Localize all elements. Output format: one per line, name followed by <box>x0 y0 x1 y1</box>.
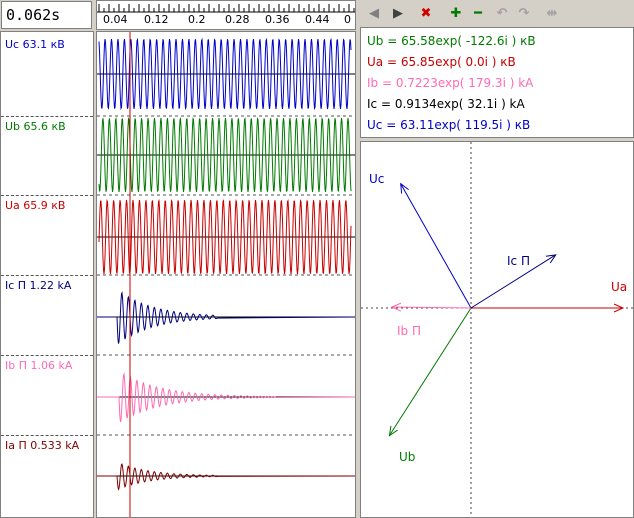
ruler-tick-label: 0.2 <box>188 13 206 26</box>
toolbar: ◀ ▶ ✖ ✚ ━ ↶ ↷ ⇹ <box>360 0 634 27</box>
vector-uc-head <box>400 182 409 194</box>
vector-label-ua: Ua <box>611 280 628 294</box>
channel-label-ia[interactable]: Ia П 0.533 kA <box>5 439 79 452</box>
phasor-list: Ub = 65.58exp( -122.6i ) кВ Ua = 65.85ex… <box>360 27 634 138</box>
channel-label-ib[interactable]: Ib П 1.06 kA <box>5 359 72 372</box>
swap-icon: ⇹ <box>546 6 558 21</box>
redo-button[interactable]: ↷ <box>514 4 534 23</box>
delete-icon: ✖ <box>420 6 432 21</box>
ruler-tick-label: 0.12 <box>144 13 169 26</box>
channel-label-ic[interactable]: Ic П 1.22 kA <box>5 279 71 292</box>
channel-label-ua[interactable]: Ua 65.9 кВ <box>5 199 65 212</box>
left-arrow-icon: ◀ <box>369 6 379 21</box>
waveform-plot[interactable] <box>96 31 356 518</box>
channel-separator <box>1 355 93 356</box>
ruler-tick-label: 0.44 <box>305 13 330 26</box>
undo-icon: ↶ <box>496 6 508 21</box>
ruler-ticks <box>97 4 355 13</box>
right-arrow-icon: ▶ <box>393 6 403 21</box>
channel-separator <box>1 195 93 196</box>
waveform-ib <box>97 372 355 423</box>
channel-separator <box>1 275 93 276</box>
channel-labels-panel: Uc 63.1 кВ Ub 65.6 кВ Ua 65.9 кВ Ic П 1.… <box>0 31 94 518</box>
delete-button[interactable]: ✖ <box>416 4 436 23</box>
waveform-ic <box>97 291 355 344</box>
channel-label-ub[interactable]: Ub 65.6 кВ <box>5 120 66 133</box>
vector-label-ic: Ic П <box>507 254 530 268</box>
phasor-row-uc[interactable]: Uc = 63.11exp( 119.5i ) кВ <box>367 118 530 132</box>
vector-label-ub: Ub <box>399 450 416 464</box>
phasor-row-ua[interactable]: Ua = 65.85exp( 0.0i ) кВ <box>367 55 516 69</box>
swap-button[interactable]: ⇹ <box>542 4 562 23</box>
channel-separator <box>1 435 93 436</box>
ruler-tick-label: 0.28 <box>225 13 250 26</box>
next-button[interactable]: ▶ <box>388 4 408 23</box>
vector-ib <box>391 306 472 309</box>
redo-icon: ↷ <box>518 6 530 21</box>
channel-separator <box>1 116 93 117</box>
phasor-row-ib[interactable]: Ib = 0.7223exp( 179.3i ) kA <box>367 76 533 90</box>
ruler-tick-label: 0 <box>344 13 351 26</box>
ruler-tick-label: 0.36 <box>265 13 290 26</box>
remove-button[interactable]: ━ <box>468 4 488 23</box>
waveform-ia <box>97 463 355 491</box>
channel-label-uc[interactable]: Uc 63.1 кВ <box>5 38 65 51</box>
undo-button[interactable]: ↶ <box>492 4 512 23</box>
phasor-row-ub[interactable]: Ub = 65.58exp( -122.6i ) кВ <box>367 34 536 48</box>
plus-icon: ✚ <box>450 6 462 21</box>
phasor-row-ic[interactable]: Ic = 0.9134exp( 32.1i ) kA <box>367 97 525 111</box>
vector-uc <box>400 183 472 309</box>
vector-label-uc: Uc <box>369 172 385 186</box>
time-readout: 0.062s <box>1 1 92 29</box>
waveform-canvas <box>97 32 355 517</box>
minus-icon: ━ <box>474 6 482 21</box>
time-ruler[interactable]: 0.04 0.12 0.2 0.28 0.36 0.44 0 <box>96 0 356 30</box>
vector-label-ib: Ib П <box>397 324 421 338</box>
ruler-tick-label: 0.04 <box>103 13 128 26</box>
add-button[interactable]: ✚ <box>446 4 466 23</box>
vector-diagram[interactable]: Uc Ub Ua Ic П Ib П <box>360 141 634 518</box>
prev-button[interactable]: ◀ <box>364 4 384 23</box>
